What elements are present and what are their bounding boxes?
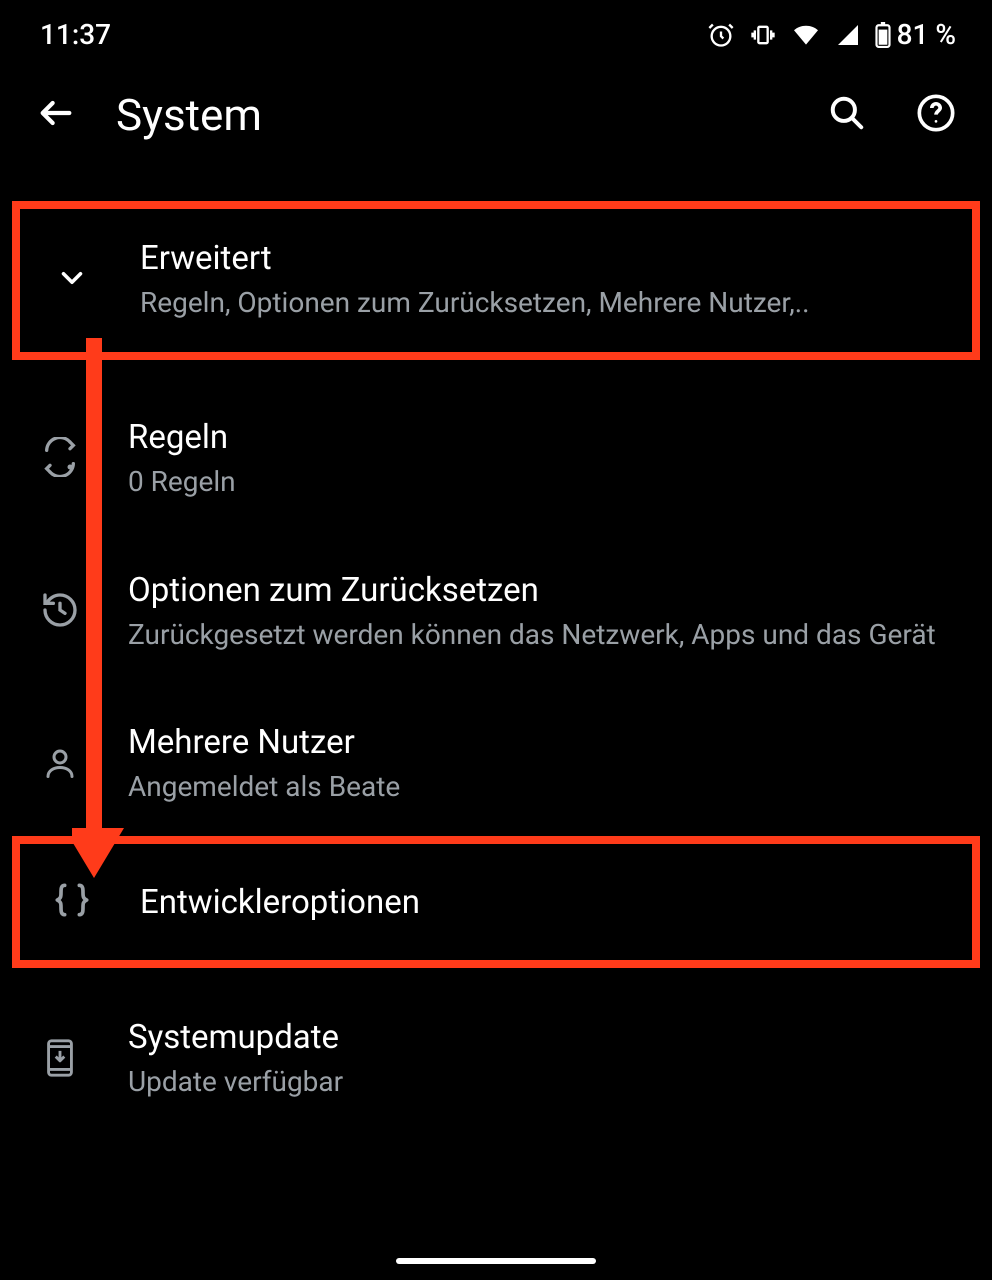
help-button[interactable]	[916, 93, 956, 137]
item-subtitle: Regeln, Optionen zum Zurücksetzen, Mehre…	[140, 284, 956, 322]
battery-text: 81 %	[897, 18, 956, 51]
list-item-rules[interactable]: Regeln 0 Regeln	[0, 388, 992, 531]
status-bar: 11:37	[0, 0, 992, 69]
rules-icon	[40, 437, 80, 481]
list-item-reset[interactable]: Optionen zum Zurücksetzen Zurückgesetzt …	[0, 531, 992, 694]
alarm-icon	[707, 21, 735, 49]
item-title: Regeln	[128, 418, 968, 457]
item-title: Mehrere Nutzer	[128, 723, 968, 762]
search-button[interactable]	[828, 94, 866, 136]
reset-icon	[40, 590, 80, 634]
list-item-advanced[interactable]: Erweitert Regeln, Optionen zum Zurückset…	[12, 201, 980, 360]
battery-icon	[875, 22, 891, 48]
status-time: 11:37	[40, 18, 111, 51]
system-update-icon	[42, 1038, 78, 1082]
item-title: Optionen zum Zurücksetzen	[128, 571, 968, 610]
settings-list: Erweitert Regeln, Optionen zum Zurückset…	[0, 171, 992, 1131]
home-indicator[interactable]	[396, 1258, 596, 1264]
item-title: Systemupdate	[128, 1018, 968, 1057]
app-bar: System	[0, 69, 992, 171]
status-icons: 81 %	[707, 18, 956, 51]
vibrate-icon	[749, 21, 777, 49]
list-item-users[interactable]: Mehrere Nutzer Angemeldet als Beate	[0, 693, 992, 836]
item-title: Erweitert	[140, 239, 956, 278]
signal-icon	[835, 23, 861, 47]
chevron-down-icon	[55, 261, 89, 299]
wifi-icon	[791, 23, 821, 47]
code-braces-icon	[50, 878, 94, 926]
list-item-developer-options[interactable]: Entwickleroptionen	[12, 836, 980, 968]
item-title: Entwickleroptionen	[140, 883, 956, 922]
person-icon	[42, 745, 78, 785]
item-subtitle: 0 Regeln	[128, 463, 968, 501]
page-title: System	[116, 89, 788, 141]
back-button[interactable]	[36, 93, 76, 137]
item-subtitle: Zurückgesetzt werden können das Netzwerk…	[128, 616, 968, 654]
item-subtitle: Angemeldet als Beate	[128, 768, 968, 806]
item-subtitle: Update verfügbar	[128, 1063, 968, 1101]
list-item-system-update[interactable]: Systemupdate Update verfügbar	[0, 988, 992, 1131]
battery-indicator: 81 %	[875, 18, 956, 51]
